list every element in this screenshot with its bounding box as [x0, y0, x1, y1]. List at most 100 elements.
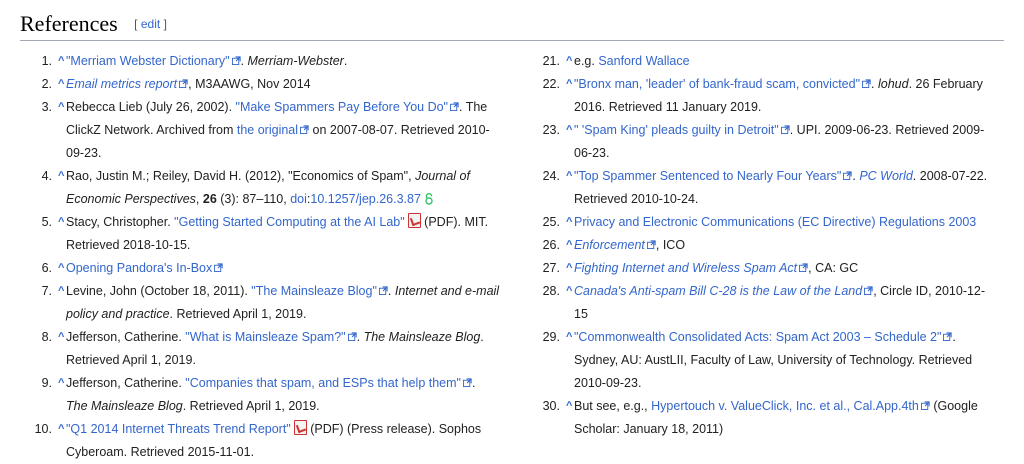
reference-number: 28. [542, 284, 560, 298]
citation-link[interactable]: Enforcement [574, 238, 645, 252]
reference-number: 5. [41, 215, 52, 229]
citation-link[interactable]: Fighting Internet and Wireless Spam Act [574, 261, 797, 275]
external-link-icon [843, 171, 852, 180]
backlink-caret[interactable]: ^ [566, 119, 572, 142]
citation-link[interactable]: doi [290, 192, 307, 206]
citation-text: . [240, 54, 248, 68]
backlink-caret[interactable]: ^ [566, 257, 572, 280]
citation-text: e.g. [574, 54, 599, 68]
citation-link[interactable]: Hypertouch v. ValueClick, Inc. et al., C… [651, 399, 919, 413]
backlink-caret[interactable]: ^ [566, 50, 572, 73]
citation-link[interactable]: Sanford Wallace [598, 54, 689, 68]
backlink-caret[interactable]: ^ [566, 280, 572, 303]
backlink-caret[interactable]: ^ [58, 280, 64, 303]
backlink-caret[interactable]: ^ [566, 73, 572, 96]
reference-number: 21. [542, 54, 560, 68]
citation-text: Rao, Justin M.; Reiley, David H. (2012),… [66, 169, 416, 183]
citation-link[interactable]: the original [237, 123, 298, 137]
backlink-caret[interactable]: ^ [566, 211, 572, 234]
backlink-caret[interactable]: ^ [58, 326, 64, 349]
reference-item: 28. ^ Canada's Anti-spam Bill C-28 is the … [528, 280, 998, 326]
backlink-caret[interactable]: ^ [58, 165, 64, 188]
citation-text: Jefferson, Catherine. [66, 330, 186, 344]
citation-text: , CA: GC [808, 261, 859, 275]
citation-link[interactable]: " 'Spam King' pleads guilty in Detroit" [574, 123, 779, 137]
reference-item: 27. ^ Fighting Internet and Wireless Spam … [528, 257, 998, 280]
reference-number: 1. [41, 54, 52, 68]
backlink-caret[interactable]: ^ [566, 234, 572, 257]
citation-link[interactable]: "Getting Started Computing at the AI Lab… [174, 215, 405, 229]
citation-text: But see, e.g., [574, 399, 652, 413]
pdf-icon [407, 213, 421, 228]
citation-link[interactable]: "Top Spammer Sentenced to Nearly Four Ye… [574, 169, 841, 183]
edit-bracket-open: [ [134, 17, 138, 31]
reference-item: 24. ^ "Top Spammer Sentenced to Nearly Fou… [528, 165, 998, 211]
edit-section: [ edit ] [134, 17, 167, 31]
backlink-caret[interactable]: ^ [566, 395, 572, 418]
edit-link[interactable]: edit [141, 17, 160, 31]
reference-number: 6. [41, 261, 52, 275]
backlink-caret[interactable]: ^ [58, 372, 64, 395]
external-link-icon [646, 240, 656, 249]
external-link-icon [943, 332, 953, 341]
citation-link[interactable]: Canada's Anti-spam Bill C-28 is the Law … [574, 284, 862, 298]
citation-text: . [387, 284, 395, 298]
external-link-icon [300, 125, 309, 134]
reference-item: 21. ^ e.g. Sanford Wallace [528, 50, 998, 73]
backlink-caret[interactable]: ^ [566, 326, 572, 349]
reference-number: 9. [41, 376, 52, 390]
reference-number: 2. [41, 77, 52, 91]
citation-link[interactable]: "Q1 2014 Internet Threats Trend Report" [66, 422, 291, 436]
backlink-caret[interactable]: ^ [58, 73, 64, 96]
citation-text: The Mainsleaze Blog [66, 399, 183, 413]
citation-text: Rebecca Lieb (July 26, 2002). [66, 100, 236, 114]
references-list-right: 21. ^ e.g. Sanford Wallace 22. ^ "Bronx man, … [528, 50, 998, 441]
reference-item: 6. ^ Opening Pandora's In-Box [20, 257, 500, 280]
external-link-icon [214, 263, 223, 272]
reference-item: 26. ^ Enforcement , ICO [528, 234, 998, 257]
external-link-icon [347, 332, 357, 341]
reference-item: 3. ^ Rebecca Lieb (July 26, 2002). "Make S… [20, 96, 500, 165]
external-link-icon [920, 401, 930, 410]
citation-link[interactable]: 10.1257/jep.26.3.87 [310, 192, 421, 206]
backlink-caret[interactable]: ^ [58, 50, 64, 73]
citation-link[interactable]: "Commonwealth Consolidated Acts: Spam Ac… [574, 330, 941, 344]
citation-text: Merriam-Webster [247, 54, 344, 68]
citation-text: . Retrieved April 1, 2019. [182, 399, 320, 413]
citation-link[interactable]: "Companies that spam, and ESPs that help… [185, 376, 461, 390]
backlink-caret[interactable]: ^ [58, 257, 64, 280]
citation-text: , M3AAWG, Nov 2014 [188, 77, 311, 91]
reference-item: 30. ^ But see, e.g., Hypertouch v. ValueCl… [528, 395, 998, 441]
backlink-caret[interactable]: ^ [58, 211, 64, 234]
reference-item: 5. ^ Stacy, Christopher. "Getting Started … [20, 211, 500, 257]
reference-item: 23. ^ " 'Spam King' pleads guilty in Detro… [528, 119, 998, 165]
citation-text: The Mainsleaze Blog [363, 330, 481, 344]
citation-text: . Retrieved April 1, 2019. [169, 307, 307, 321]
citation-text: Stacy, Christopher. [66, 215, 175, 229]
backlink-caret[interactable]: ^ [58, 418, 64, 441]
citation-link[interactable]: PC World [859, 169, 912, 183]
citation-link[interactable]: "Make Spammers Pay Before You Do" [236, 100, 448, 114]
backlink-caret[interactable]: ^ [566, 165, 572, 188]
citation-text: (3): 87–110, [216, 192, 291, 206]
citation-text: . [343, 54, 348, 68]
citation-link[interactable]: "Bronx man, 'leader' of bank-fraud scam,… [574, 77, 860, 91]
external-link-icon [378, 286, 388, 295]
external-link-icon [864, 286, 873, 295]
citation-text: . [471, 376, 476, 390]
external-link-icon [862, 79, 871, 88]
external-link-icon [780, 125, 790, 134]
backlink-caret[interactable]: ^ [58, 96, 64, 119]
reference-number: 26. [542, 238, 560, 252]
reference-number: 23. [542, 123, 560, 137]
citation-link[interactable]: "Merriam Webster Dictionary" [66, 54, 230, 68]
citation-link[interactable]: Opening Pandora's In-Box [66, 261, 212, 275]
citation-link[interactable]: Privacy and Electronic Communications (E… [574, 215, 976, 229]
reference-number: 24. [542, 169, 560, 183]
citation-link[interactable]: Email metrics report [66, 77, 177, 91]
external-link-icon [179, 79, 188, 88]
citation-link[interactable]: "What is Mainsleaze Spam?" [185, 330, 345, 344]
references-heading: References [ edit ] [20, 10, 1004, 41]
reference-number: 25. [542, 215, 560, 229]
citation-link[interactable]: "The Mainsleaze Blog" [251, 284, 377, 298]
